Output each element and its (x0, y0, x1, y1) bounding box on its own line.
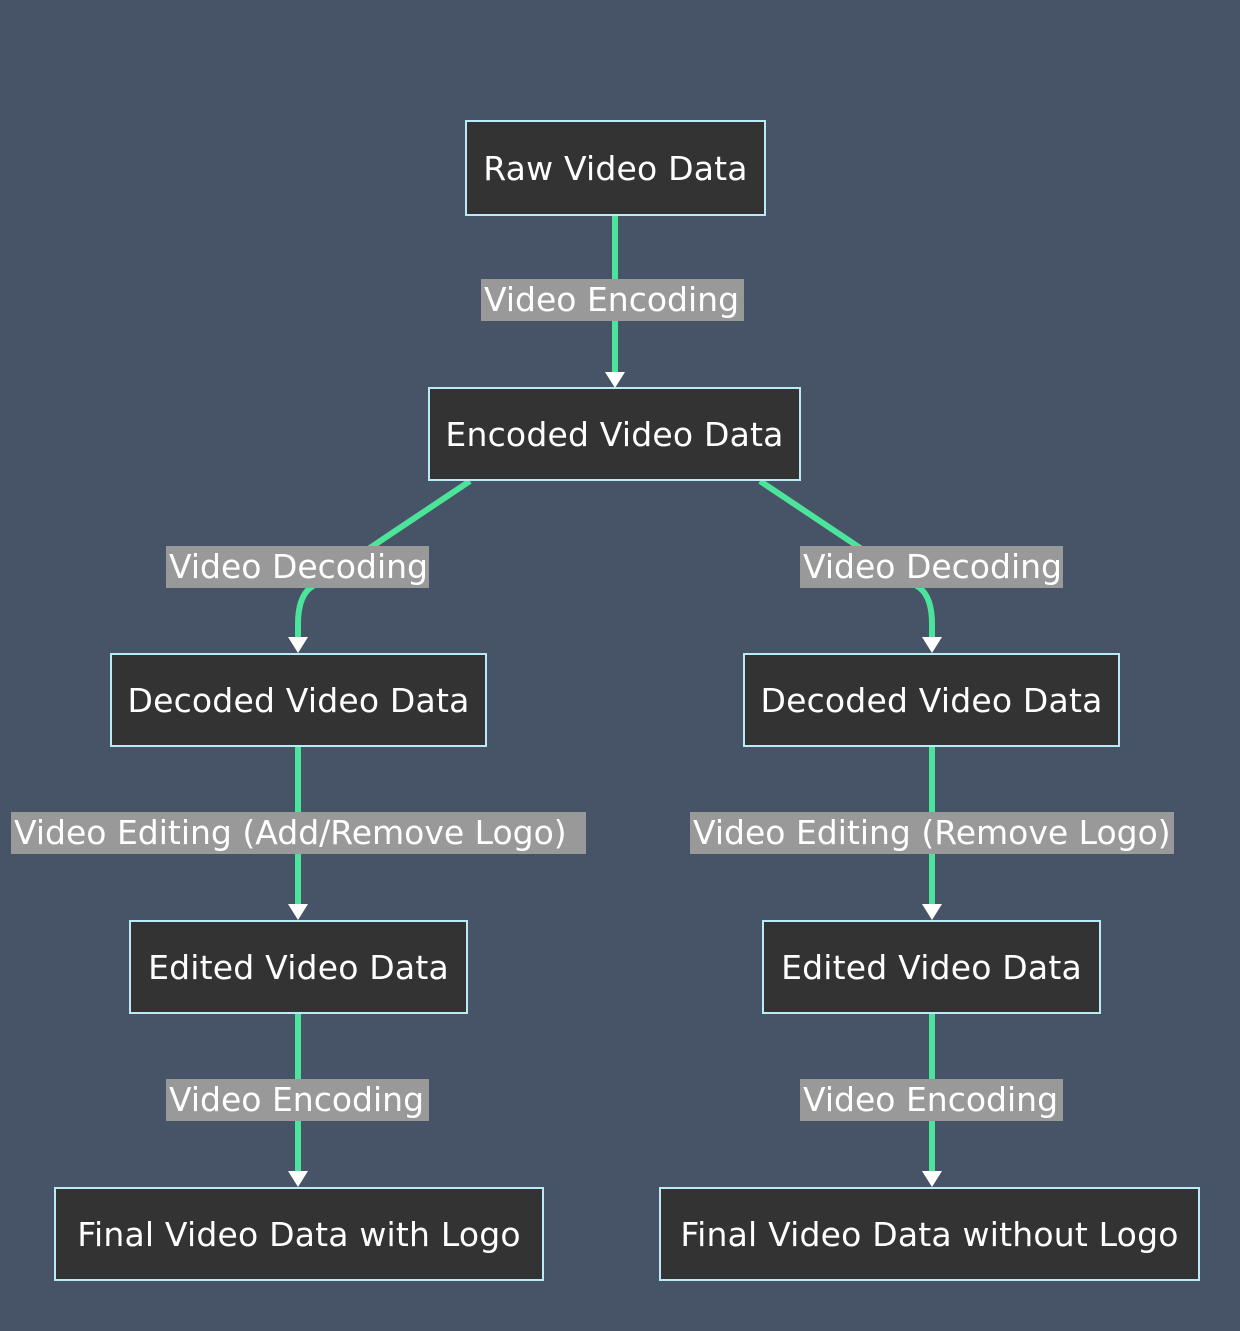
edge-arrowhead (922, 1171, 942, 1187)
edge-arrowhead (922, 637, 942, 653)
edge-arrowhead (288, 904, 308, 920)
edge-label-video-editing-remove-logo: Video Editing (Remove Logo) (690, 812, 1174, 854)
flowchart-canvas: Video Encoding Video Decoding Video Deco… (0, 0, 1240, 1331)
node-decoded-video-data-right[interactable]: Decoded Video Data (743, 653, 1120, 747)
edge-label-video-encoding-right: Video Encoding (800, 1079, 1063, 1121)
edge-arrowhead (288, 1171, 308, 1187)
edge-arrowhead (922, 904, 942, 920)
edge-label-video-encoding-left: Video Encoding (166, 1079, 429, 1121)
edge-label-video-decoding-left: Video Decoding (166, 546, 429, 588)
edge-label-video-editing-add-remove-logo: Video Editing (Add/Remove Logo) (11, 812, 586, 854)
edge-label-video-decoding-right: Video Decoding (800, 546, 1063, 588)
node-final-video-data-without-logo[interactable]: Final Video Data without Logo (659, 1187, 1200, 1281)
node-edited-video-data-right[interactable]: Edited Video Data (762, 920, 1101, 1014)
edge-label-video-encoding-top: Video Encoding (481, 279, 744, 321)
node-raw-video-data[interactable]: Raw Video Data (465, 120, 766, 216)
edge-arrowhead (288, 637, 308, 653)
node-encoded-video-data[interactable]: Encoded Video Data (428, 387, 801, 481)
node-edited-video-data-left[interactable]: Edited Video Data (129, 920, 468, 1014)
node-final-video-data-with-logo[interactable]: Final Video Data with Logo (54, 1187, 544, 1281)
node-decoded-video-data-left[interactable]: Decoded Video Data (110, 653, 487, 747)
edge-arrowhead (605, 372, 625, 388)
